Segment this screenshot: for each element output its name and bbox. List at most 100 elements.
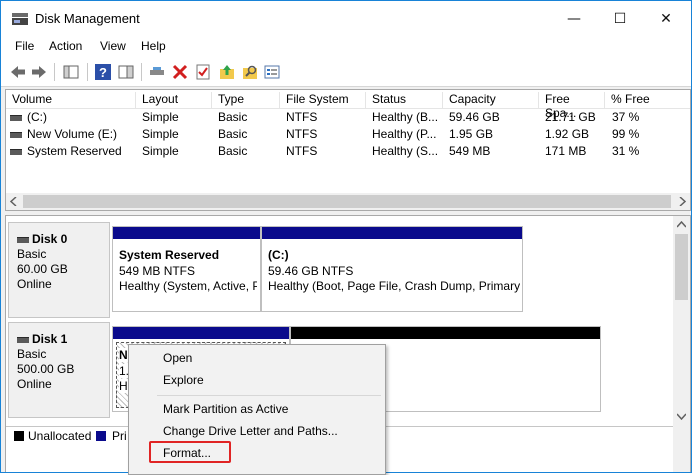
column-header-volume[interactable]: Volume [6, 92, 136, 108]
volume-status: Healthy (S... [372, 144, 439, 158]
partition-status: Healthy (Boot, Page File, Crash Dump, Pr… [268, 279, 520, 293]
column-header-layout[interactable]: Layout [136, 92, 212, 108]
disk-type: Basic [17, 247, 47, 261]
action-pane-icon[interactable] [117, 63, 135, 81]
table-row[interactable]: System Reserved Simple Basic NTFS Health… [6, 143, 690, 160]
partition-status: H [119, 379, 128, 393]
horizontal-scrollbar[interactable] [6, 193, 690, 210]
menu-item-mark-partition-active[interactable]: Mark Partition as Active [163, 402, 288, 416]
partition-status: Healthy (System, Active, Pri [119, 279, 257, 293]
volume-list: Volume Layout Type File System Status Ca… [5, 89, 691, 211]
volume-percent-free: 37 % [612, 110, 640, 124]
partition-bar [113, 327, 289, 339]
menu-item-open[interactable]: Open [163, 351, 192, 365]
legend-swatch-primary [96, 431, 106, 441]
disk-name: Disk 0 [32, 232, 68, 246]
column-header-file-system[interactable]: File System [280, 92, 366, 108]
volume-layout: Simple [142, 127, 179, 141]
console-tree-icon[interactable] [62, 63, 80, 81]
vertical-scrollbar[interactable] [673, 216, 690, 472]
menu-item-explore[interactable]: Explore [163, 373, 204, 387]
connect-icon[interactable] [148, 63, 166, 81]
format-highlight-box [149, 441, 231, 463]
menu-action[interactable]: Action [49, 39, 82, 53]
partition-c-drive[interactable]: (C:) 59.46 GB NTFS Healthy (Boot, Page F… [261, 226, 523, 312]
title-bar: Disk Management — ☐ ✕ [1, 1, 691, 37]
disk-type: Basic [17, 347, 47, 361]
toolbar-separator [87, 63, 88, 81]
delete-icon[interactable] [171, 63, 189, 81]
disk-size: 500.00 GB [17, 362, 75, 376]
volume-file-system: NTFS [286, 127, 318, 141]
disk-label: Disk 0 [17, 232, 67, 246]
volume-icon [10, 149, 22, 155]
volume-percent-free: 31 % [612, 144, 640, 158]
column-header-capacity[interactable]: Capacity [443, 92, 539, 108]
partition-bar [291, 327, 600, 339]
help-icon[interactable]: ? [94, 63, 112, 81]
scroll-down-icon[interactable] [677, 412, 686, 420]
toolbar: ? [1, 58, 691, 87]
checklist-icon[interactable] [194, 63, 212, 81]
legend-label-primary: Pri [112, 429, 127, 443]
volume-status: Healthy (P... [372, 127, 437, 141]
column-header-free-space[interactable]: Free Spa... [539, 92, 605, 120]
disk-status: Online [17, 377, 52, 391]
disk-0-info[interactable]: Disk 0 Basic 60.00 GB Online [8, 222, 110, 318]
volume-status: Healthy (B... [372, 110, 439, 124]
disk-label: Disk 1 [17, 332, 67, 346]
menu-help[interactable]: Help [141, 39, 166, 53]
scroll-right-icon[interactable] [678, 197, 686, 206]
volume-name: New Volume (E:) [27, 127, 118, 141]
table-row[interactable]: (C:) Simple Basic NTFS Healthy (B... 59.… [6, 109, 690, 126]
maximize-button[interactable]: ☐ [597, 1, 643, 37]
toolbar-separator [54, 63, 55, 81]
disk-icon [17, 336, 29, 343]
volume-capacity: 549 MB [449, 144, 491, 158]
volume-name: System Reserved [27, 144, 122, 158]
menu-item-change-drive-letter[interactable]: Change Drive Letter and Paths... [163, 424, 338, 438]
horizontal-scrollbar-thumb[interactable] [23, 195, 671, 208]
volume-icon [10, 132, 22, 138]
partition-detail: 549 MB NTFS [119, 264, 196, 278]
scroll-up-icon[interactable] [677, 221, 686, 229]
partition-detail: 59.46 GB NTFS [268, 264, 354, 278]
menu-view[interactable]: View [100, 39, 126, 53]
disk-1-info[interactable]: Disk 1 Basic 500.00 GB Online [8, 322, 110, 418]
volume-name: (C:) [27, 110, 47, 124]
menu-bar: File Action View Help [1, 37, 691, 58]
table-row[interactable]: New Volume (E:) Simple Basic NTFS Health… [6, 126, 690, 143]
volume-icon [10, 115, 22, 121]
search-folder-icon[interactable] [241, 63, 259, 81]
column-header-type[interactable]: Type [212, 92, 280, 108]
properties-icon[interactable] [263, 63, 281, 81]
disk-size: 60.00 GB [17, 262, 68, 276]
forward-arrow-icon[interactable] [30, 63, 48, 81]
partition-name: (C:) [268, 248, 289, 262]
vertical-scrollbar-thumb[interactable] [675, 234, 688, 300]
back-arrow-icon[interactable] [9, 63, 27, 81]
svg-text:?: ? [99, 65, 107, 80]
volume-type: Basic [218, 110, 248, 124]
disk-status: Online [17, 277, 52, 291]
scroll-left-icon[interactable] [10, 197, 18, 206]
volume-capacity: 59.46 GB [449, 110, 500, 124]
volume-type: Basic [218, 127, 248, 141]
volume-free-space: 171 MB [545, 144, 587, 158]
volume-type: Basic [218, 144, 248, 158]
volume-capacity: 1.95 GB [449, 127, 494, 141]
column-header-percent-free[interactable]: % Free [605, 92, 690, 108]
volume-file-system: NTFS [286, 110, 318, 124]
open-folder-icon[interactable] [218, 63, 236, 81]
disk-icon [17, 236, 29, 243]
window-title: Disk Management [35, 11, 140, 26]
menu-separator [157, 395, 381, 396]
legend-swatch-unallocated [14, 431, 24, 441]
volume-list-header: Volume Layout Type File System Status Ca… [6, 90, 690, 120]
minimize-button[interactable]: — [551, 1, 597, 37]
menu-file[interactable]: File [15, 39, 34, 53]
partition-system-reserved[interactable]: System Reserved 549 MB NTFS Healthy (Sys… [112, 226, 261, 312]
partition-name: System Reserved [119, 248, 220, 262]
close-button[interactable]: ✕ [643, 1, 689, 37]
column-header-status[interactable]: Status [366, 92, 443, 108]
